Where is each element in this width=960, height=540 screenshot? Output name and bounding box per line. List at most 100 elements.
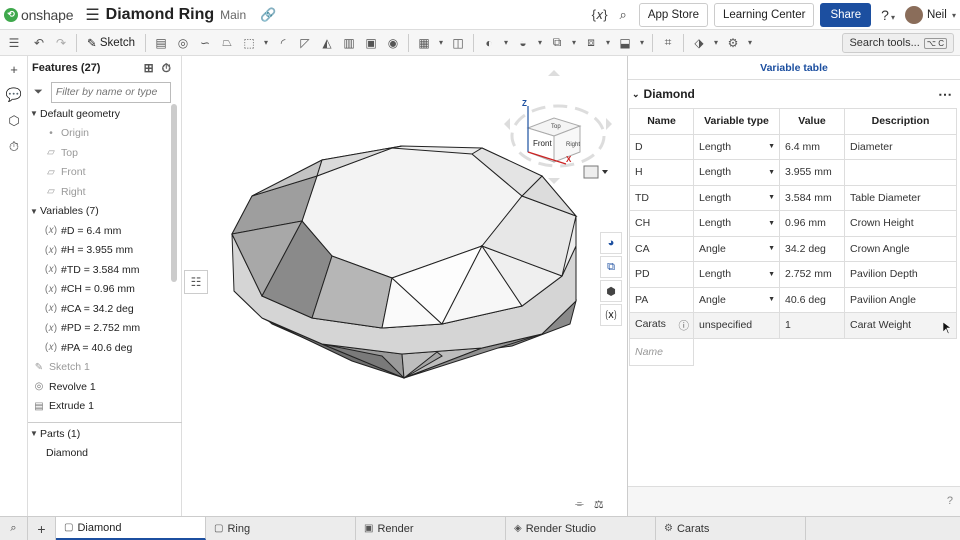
redo-icon[interactable]: ↷ xyxy=(50,32,72,54)
tab-render[interactable]: ▣ Render xyxy=(356,517,506,540)
tree-group[interactable]: ▼ Default geometry xyxy=(28,104,174,124)
type-cell[interactable]: Length ▼ xyxy=(693,210,780,237)
onshape-logo[interactable]: ⟲ onshape xyxy=(4,7,74,23)
tree-item[interactable]: ▱ Front xyxy=(28,163,174,183)
chevron-down-icon[interactable]: ▾ xyxy=(602,32,614,54)
type-cell[interactable]: Length ▼ xyxy=(693,159,780,186)
tree-item[interactable]: (𝑥) #CH = 0.96 mm xyxy=(28,280,174,300)
chevron-down-icon[interactable]: ▾ xyxy=(636,32,648,54)
boolean-icon[interactable]: ◐ xyxy=(478,32,500,54)
chevron-down-icon[interactable]: ▼ xyxy=(768,194,775,201)
table-row[interactable]: CA Angle ▼ 34.2 deg Crown Angle xyxy=(629,235,957,262)
chevron-down-icon[interactable]: ▼ xyxy=(28,207,40,216)
parts-icon[interactable]: ⬡ xyxy=(0,108,28,134)
table-row[interactable]: Carats ⓘ unspecified 1 Carat Weight xyxy=(629,312,957,339)
tree-item[interactable]: (𝑥) #CA = 34.2 deg xyxy=(28,299,174,319)
pattern-icon[interactable]: ▦ xyxy=(413,32,435,54)
diamond-model[interactable]: Front Top Right Z X xyxy=(182,56,626,516)
chevron-down-icon[interactable]: ▾ xyxy=(568,32,580,54)
feature-item[interactable]: ◎ Revolve 1 xyxy=(28,377,174,397)
table-row[interactable]: H Length ▼ 3.955 mm xyxy=(629,159,957,186)
name-cell[interactable]: PA xyxy=(629,286,694,313)
name-cell[interactable]: PD xyxy=(629,261,694,288)
fillet-icon[interactable]: ◜ xyxy=(272,32,294,54)
tab-list-icon[interactable]: ⌕ xyxy=(0,517,28,540)
split-icon[interactable]: ◒ xyxy=(512,32,534,54)
value-cell[interactable]: 34.2 deg xyxy=(779,235,845,262)
description-cell[interactable] xyxy=(844,159,957,186)
feature-scrollbar[interactable] xyxy=(171,104,177,282)
chevron-down-icon[interactable]: ▼ xyxy=(28,429,40,438)
insert-icon[interactable]: + xyxy=(0,56,28,82)
value-cell[interactable]: 3.584 mm xyxy=(779,184,845,211)
add-folder-icon[interactable]: ⊞ xyxy=(144,61,154,76)
chevron-down-icon[interactable]: ▼ xyxy=(768,271,775,278)
search-tools-button[interactable]: Search tools... ⌥ C xyxy=(842,33,954,53)
draft-icon[interactable]: ◭ xyxy=(316,32,338,54)
chevron-down-icon[interactable]: ▼ xyxy=(768,169,775,176)
name-cell[interactable]: D xyxy=(629,133,694,160)
name-cell[interactable]: H xyxy=(629,159,694,186)
type-cell[interactable]: Length ▼ xyxy=(693,261,780,288)
variable-table-icon[interactable]: ⒳ xyxy=(600,304,622,326)
help-icon[interactable]: ? xyxy=(947,495,953,507)
rotate-up-arrow-icon[interactable] xyxy=(548,70,560,76)
rib-icon[interactable]: ▥ xyxy=(338,32,360,54)
tab-diamond[interactable]: ▢ Diamond xyxy=(56,517,206,540)
chamfer-icon[interactable]: ◸ xyxy=(294,32,316,54)
comments-icon[interactable]: 💬 xyxy=(0,82,28,108)
tree-item[interactable]: (𝑥) #D = 6.4 mm xyxy=(28,221,174,241)
value-cell[interactable]: 2.752 mm xyxy=(779,261,845,288)
shell-icon[interactable]: ▣ xyxy=(360,32,382,54)
transform-icon[interactable]: ⧉ xyxy=(546,32,568,54)
history-icon[interactable]: ⏱ xyxy=(0,134,28,160)
info-icon[interactable]: ⓘ xyxy=(679,318,690,333)
tree-item[interactable]: (𝑥) #H = 3.955 mm xyxy=(28,241,174,261)
branch-name[interactable]: Main xyxy=(220,8,246,22)
variable-table-header[interactable]: ⌄ Diamond ⋯ xyxy=(628,80,960,108)
measure-icon[interactable]: ⌗ xyxy=(657,32,679,54)
chevron-down-icon[interactable]: ▾ xyxy=(260,32,272,54)
chevron-down-icon[interactable]: ▼ xyxy=(28,109,40,118)
chevron-down-icon[interactable]: ▼ xyxy=(768,220,775,227)
graphics-viewport[interactable]: Front Top Right Z X xyxy=(182,56,626,516)
description-cell[interactable]: Pavilion Angle xyxy=(844,286,957,313)
chevron-down-icon[interactable]: ▾ xyxy=(744,32,756,54)
document-title[interactable]: Diamond Ring xyxy=(106,6,214,24)
type-cell[interactable]: Length ▼ xyxy=(693,133,780,160)
sketch-plane-icon[interactable]: ⌯ xyxy=(575,498,584,511)
mass-properties-icon[interactable]: ⚖ xyxy=(594,498,604,511)
sketch-button[interactable]: ✎ Sketch xyxy=(81,36,141,50)
tab-carats[interactable]: ⚙ Carats xyxy=(656,517,806,540)
chevron-down-icon[interactable]: ▼ xyxy=(768,143,775,150)
menu-icon[interactable]: ☰ xyxy=(85,5,99,25)
tree-item[interactable]: ▱ Right xyxy=(28,182,174,202)
feature-list-icon[interactable]: ☰ xyxy=(0,32,28,54)
table-row[interactable]: TD Length ▼ 3.584 mm Table Diameter xyxy=(629,184,957,211)
view-options-button[interactable] xyxy=(583,165,608,179)
rotate-down-arrow-icon[interactable] xyxy=(548,178,560,184)
table-row[interactable]: CH Length ▼ 0.96 mm Crown Height xyxy=(629,210,957,237)
table-row[interactable]: PA Angle ▼ 40.6 deg Pavilion Angle xyxy=(629,286,957,313)
add-tab-icon[interactable]: + xyxy=(28,517,56,540)
modify-fillet-icon[interactable]: ⬓ xyxy=(614,32,636,54)
share-button[interactable]: Share xyxy=(820,3,872,27)
type-cell[interactable]: Angle ▼ xyxy=(693,235,780,262)
new-variable-name-input[interactable]: Name xyxy=(629,337,694,366)
table-row[interactable]: D Length ▼ 6.4 mm Diameter xyxy=(629,133,957,160)
chevron-down-icon[interactable]: ▾ xyxy=(435,32,447,54)
section-view-icon[interactable]: ⧉ xyxy=(600,256,622,278)
tree-group[interactable]: ▼ Variables (7) xyxy=(28,202,174,222)
chevron-down-icon[interactable]: ▼ xyxy=(768,245,775,252)
tab-render-studio[interactable]: ◈ Render Studio xyxy=(506,517,656,540)
feature-item[interactable]: ✎ Sketch 1 xyxy=(28,358,174,378)
named-views-icon[interactable]: ⬢ xyxy=(600,280,622,302)
description-cell[interactable]: Carat Weight xyxy=(844,312,957,339)
delete-part-icon[interactable]: ⧈ xyxy=(580,32,602,54)
parts-header[interactable]: ▼ Parts (1) xyxy=(28,424,178,444)
custom-feature-icon[interactable]: ⚙ xyxy=(722,32,744,54)
value-cell[interactable]: 3.955 mm xyxy=(779,159,845,186)
chevron-down-icon[interactable]: ▾ xyxy=(710,32,722,54)
description-cell[interactable]: Diameter xyxy=(844,133,957,160)
mirror-icon[interactable]: ◫ xyxy=(447,32,469,54)
